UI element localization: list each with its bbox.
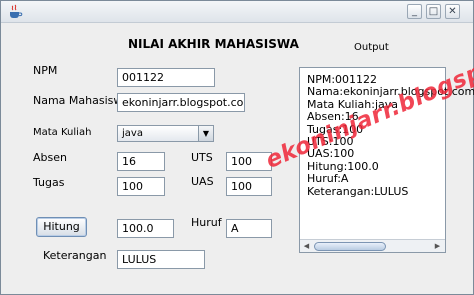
mata-kuliah-select[interactable]: java ▼ bbox=[117, 125, 214, 142]
nama-mahasiswa-field[interactable]: ekoninjarr.blogspot.com bbox=[117, 93, 245, 112]
output-line: Keterangan:LULUS bbox=[307, 184, 409, 198]
form-heading: NILAI AKHIR MAHASISWA bbox=[128, 37, 299, 51]
mata-kuliah-selected: java bbox=[122, 128, 143, 139]
horizontal-scrollbar[interactable]: ◀ ▶ bbox=[300, 239, 445, 252]
absen-label: Absen bbox=[33, 151, 67, 164]
title-bar[interactable]: _ □ ✕ bbox=[1, 1, 473, 23]
npm-label: NPM bbox=[33, 64, 58, 77]
npm-field[interactable]: 001122 bbox=[117, 68, 215, 87]
keterangan-label: Keterangan bbox=[43, 249, 107, 262]
scroll-left-icon[interactable]: ◀ bbox=[301, 240, 312, 253]
chevron-down-icon[interactable]: ▼ bbox=[198, 126, 213, 141]
minimize-icon[interactable]: _ bbox=[407, 4, 422, 19]
hitung-button[interactable]: Hitung bbox=[36, 217, 87, 237]
mata-kuliah-label: Mata Kuliah bbox=[33, 127, 92, 138]
output-label: Output bbox=[354, 42, 389, 53]
tugas-field[interactable]: 100 bbox=[117, 177, 165, 196]
java-cup-icon bbox=[10, 4, 23, 18]
scroll-right-icon[interactable]: ▶ bbox=[432, 240, 443, 253]
uas-field[interactable]: 100 bbox=[226, 177, 272, 196]
hitung-result-field[interactable]: 100.0 bbox=[117, 219, 174, 238]
scrollbar-thumb[interactable] bbox=[314, 242, 386, 251]
keterangan-field[interactable]: LULUS bbox=[117, 250, 205, 269]
uts-label: UTS bbox=[191, 151, 213, 164]
app-window: _ □ ✕ NILAI AKHIR MAHASISWA Output NPM 0… bbox=[0, 0, 474, 295]
output-line: UAS:100 bbox=[307, 147, 355, 161]
output-line: Huruf:A bbox=[307, 172, 349, 186]
uas-label: UAS bbox=[191, 175, 214, 188]
huruf-label: Huruf bbox=[191, 216, 222, 229]
close-icon[interactable]: ✕ bbox=[445, 4, 460, 19]
maximize-icon[interactable]: □ bbox=[426, 4, 441, 19]
huruf-field[interactable]: A bbox=[226, 219, 272, 238]
nama-mahasiswa-label: Nama Mahasiswa bbox=[33, 94, 130, 107]
absen-field[interactable]: 16 bbox=[117, 152, 165, 171]
tugas-label: Tugas bbox=[33, 176, 65, 189]
